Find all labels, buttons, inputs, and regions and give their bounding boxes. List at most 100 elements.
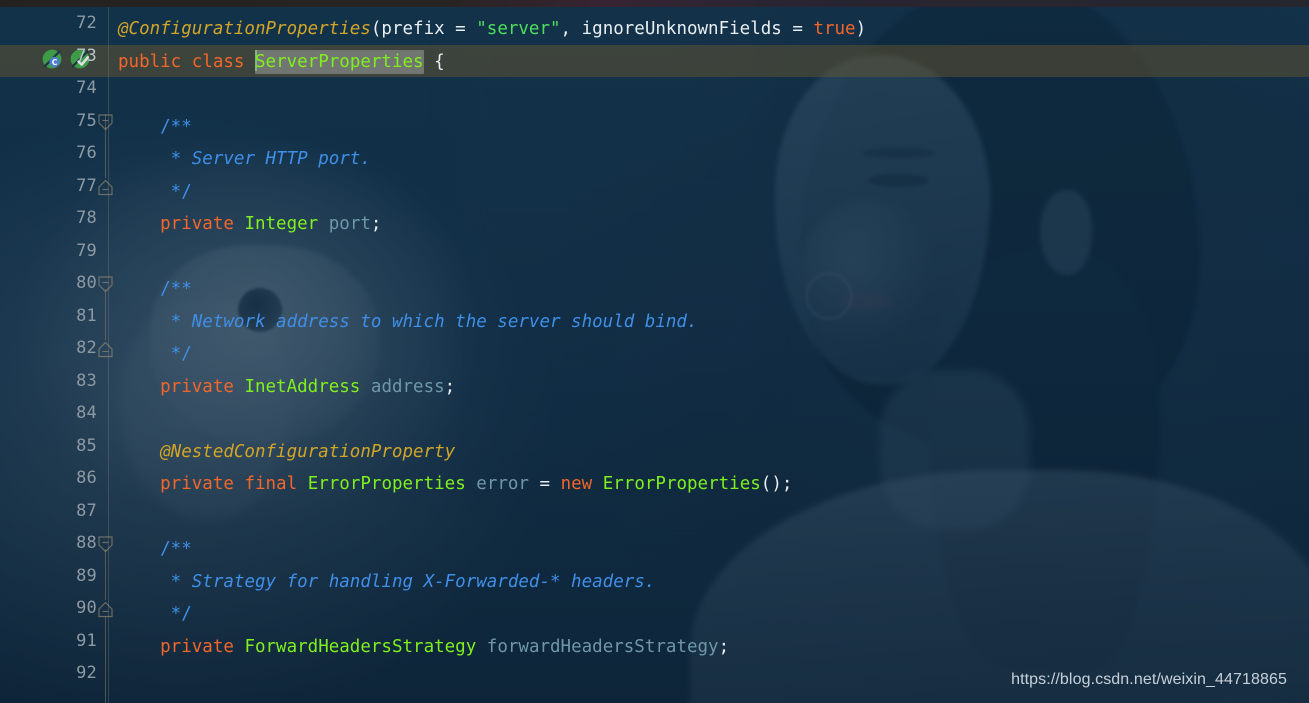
code-line[interactable]: * Server HTTP port. — [118, 143, 371, 176]
token-str: "server" — [476, 19, 561, 39]
code-line[interactable]: */ — [118, 598, 192, 631]
token-punct: ) — [855, 19, 867, 39]
token-punct: ; — [444, 376, 456, 397]
token-cmt: Network address to which the server shou… — [191, 311, 698, 332]
token-plain: prefix — [381, 19, 445, 39]
token-kw: private — [118, 474, 234, 494]
line-number: 76 — [76, 143, 97, 163]
code-line[interactable]: private ForwardHeadersStrategy forwardHe… — [118, 631, 729, 664]
token-plain: ignoreUnknownFields — [581, 19, 782, 39]
line-number: 86 — [76, 468, 97, 488]
fold-region-end-icon[interactable] — [96, 179, 115, 196]
line-number: 72 — [76, 13, 97, 33]
token-punct: (); — [760, 474, 793, 494]
line-number: 75 — [76, 110, 97, 131]
line-number: 77 — [76, 175, 97, 196]
line-number: 87 — [76, 500, 97, 521]
token-type: ErrorProperties — [307, 474, 466, 494]
line-number: 91 — [76, 630, 97, 651]
code-line[interactable]: */ — [118, 176, 192, 209]
ide-editor-window: C 72 73 74 75 76 77 78 79 80 81 82 83 84 85 86 87 88 89 90… — [0, 0, 1309, 703]
line-number: 78 — [76, 208, 97, 228]
token-cmtmark: * — [118, 311, 192, 332]
token-field: address — [370, 376, 445, 397]
code-line[interactable]: private final ErrorProperties error = ne… — [118, 468, 792, 501]
token-plain: = — [444, 19, 477, 39]
code-line[interactable]: * Strategy for handling X-Forwarded-* he… — [118, 566, 656, 599]
code-editor-surface[interactable]: C 72 73 74 75 76 77 78 79 80 81 82 83 84 85 86 87 88 89 90… — [0, 7, 1309, 703]
token-field: forwardHeadersStrategy — [486, 636, 719, 657]
token-kw: private — [118, 376, 234, 397]
code-line[interactable]: @NestedConfigurationProperty — [118, 436, 455, 469]
line-number: 84 — [76, 403, 97, 423]
watermark-url: https://blog.csdn.net/weixin_44718865 — [1011, 671, 1287, 688]
fold-region-rail — [105, 126, 106, 178]
token-cmtmark: */ — [118, 344, 192, 364]
line-number: 82 — [76, 338, 97, 358]
token-type: Integer — [244, 214, 319, 234]
token-plain: = — [528, 474, 561, 494]
fold-collapse-icon[interactable] — [96, 536, 115, 553]
token-kw: public — [118, 51, 182, 72]
token-cmt: Strategy for handling X-Forwarded-* head… — [191, 571, 656, 592]
line-number: 92 — [76, 663, 97, 683]
token-cmtmark: * — [118, 149, 192, 169]
line-number: 73 — [76, 45, 97, 66]
token-type: ErrorProperties — [602, 474, 761, 494]
code-line[interactable]: /** — [118, 533, 192, 566]
fold-rail-tail — [105, 616, 106, 703]
line-number: 88 — [76, 533, 97, 553]
token-kw: new — [560, 474, 593, 494]
token-punct: ; — [718, 636, 730, 657]
code-line[interactable]: @ConfigurationProperties(prefix = "serve… — [118, 13, 866, 46]
token-cmtmark: /** — [118, 279, 192, 299]
selected-identifier[interactable]: ServerProperties — [255, 49, 424, 74]
token-punct: { — [434, 51, 445, 72]
token-punct: ; — [370, 214, 382, 234]
fold-region-end-icon[interactable] — [96, 341, 115, 358]
token-type: InetAddress — [244, 376, 361, 397]
token-cmtmark: /** — [118, 539, 192, 559]
token-cmt: Server HTTP port. — [191, 149, 371, 169]
fold-region-rail — [105, 549, 106, 600]
token-cmtmark: */ — [118, 181, 192, 202]
code-line[interactable]: public class ServerProperties { — [118, 46, 445, 79]
line-number: 89 — [76, 565, 97, 586]
code-line[interactable]: */ — [118, 338, 192, 371]
code-line[interactable]: /** — [118, 111, 192, 144]
fold-collapse-icon[interactable] — [96, 276, 115, 293]
token-kw: true — [813, 19, 856, 39]
token-kw: class — [191, 51, 245, 72]
window-top-edge-strip — [0, 0, 1309, 7]
fold-region-end-icon[interactable] — [96, 601, 115, 618]
fold-region-rail — [105, 289, 106, 340]
token-type: ForwardHeadersStrategy — [244, 636, 477, 657]
fold-collapse-icon[interactable] — [96, 113, 115, 131]
token-punct: ( — [370, 19, 382, 39]
token-field: error — [476, 474, 529, 494]
token-kw: private — [118, 636, 234, 657]
token-kw: private — [118, 214, 234, 234]
code-line[interactable]: /** — [118, 273, 192, 306]
token-plain: = — [781, 19, 814, 39]
line-number: 74 — [76, 78, 97, 98]
token-anno: @ConfigurationProperties — [118, 19, 371, 39]
code-line[interactable]: private InetAddress address; — [118, 371, 455, 404]
code-line[interactable]: * Network address to which the server sh… — [118, 306, 698, 339]
code-line[interactable]: private Integer port; — [118, 208, 381, 241]
line-number: 83 — [76, 370, 97, 391]
line-number: 81 — [76, 305, 97, 326]
token-field: port — [328, 214, 371, 234]
token-cmtmark: */ — [118, 604, 192, 624]
